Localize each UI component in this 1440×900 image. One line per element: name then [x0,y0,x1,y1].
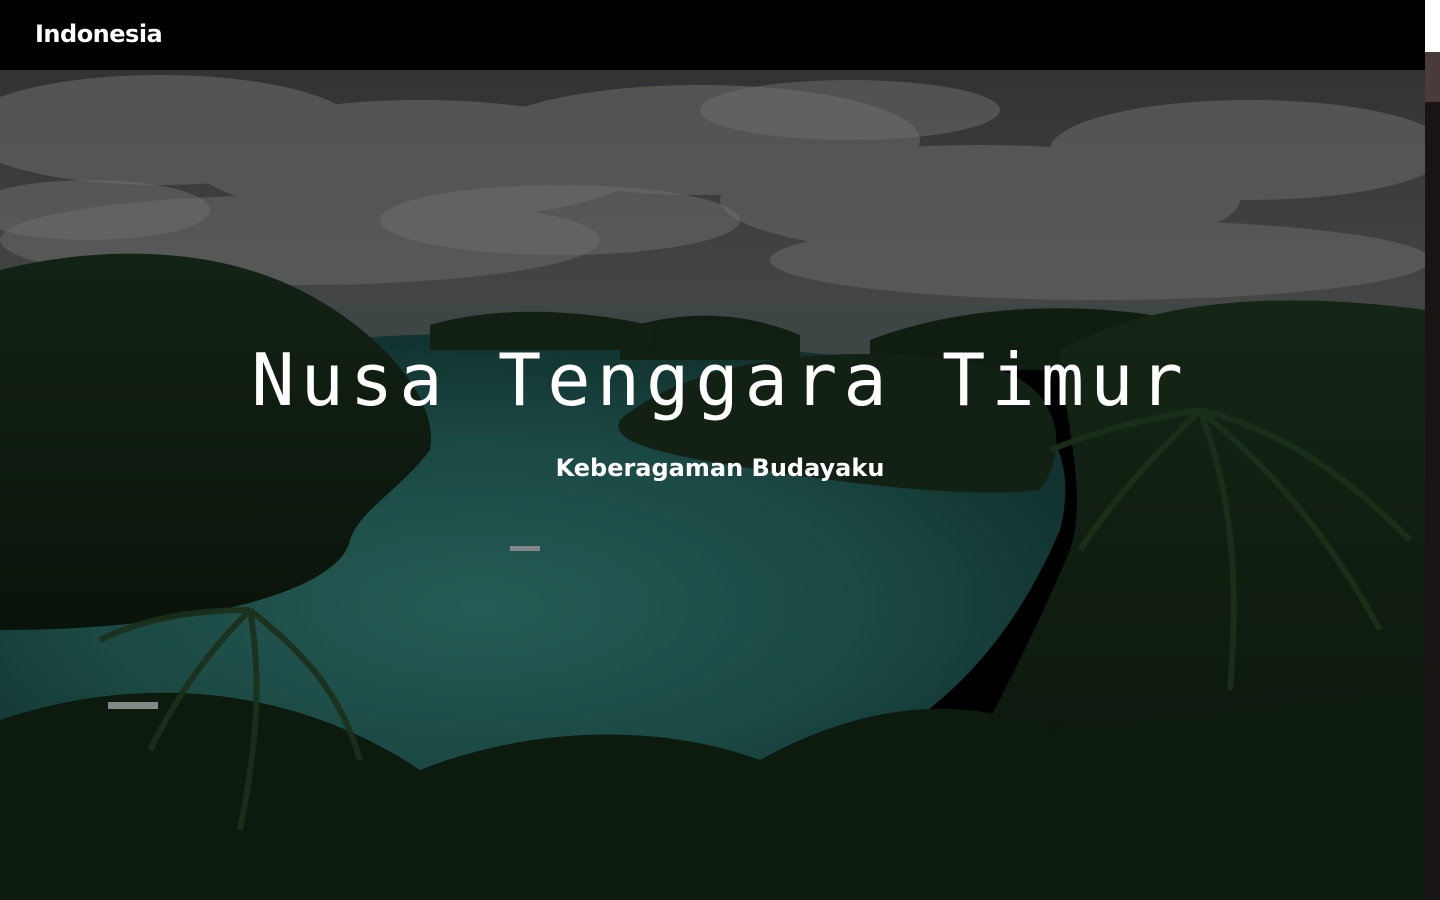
brand-logo-link[interactable]: Indonesia [35,16,163,52]
scrollbar-track-top [1425,0,1440,52]
page: Indonesia Nusa Tenggara Timur Keberagama… [0,0,1440,900]
scrollbar-thumb[interactable] [1425,52,1440,102]
navbar: Indonesia [0,0,1425,70]
hero-title: Nusa Tenggara Timur [251,338,1189,422]
vertical-scrollbar[interactable] [1425,0,1440,900]
hero-text: Nusa Tenggara Timur Keberagaman Budayaku [0,70,1425,900]
hero-subtitle: Keberagaman Budayaku [555,454,885,482]
hero-section: Nusa Tenggara Timur Keberagaman Budayaku [0,70,1425,900]
